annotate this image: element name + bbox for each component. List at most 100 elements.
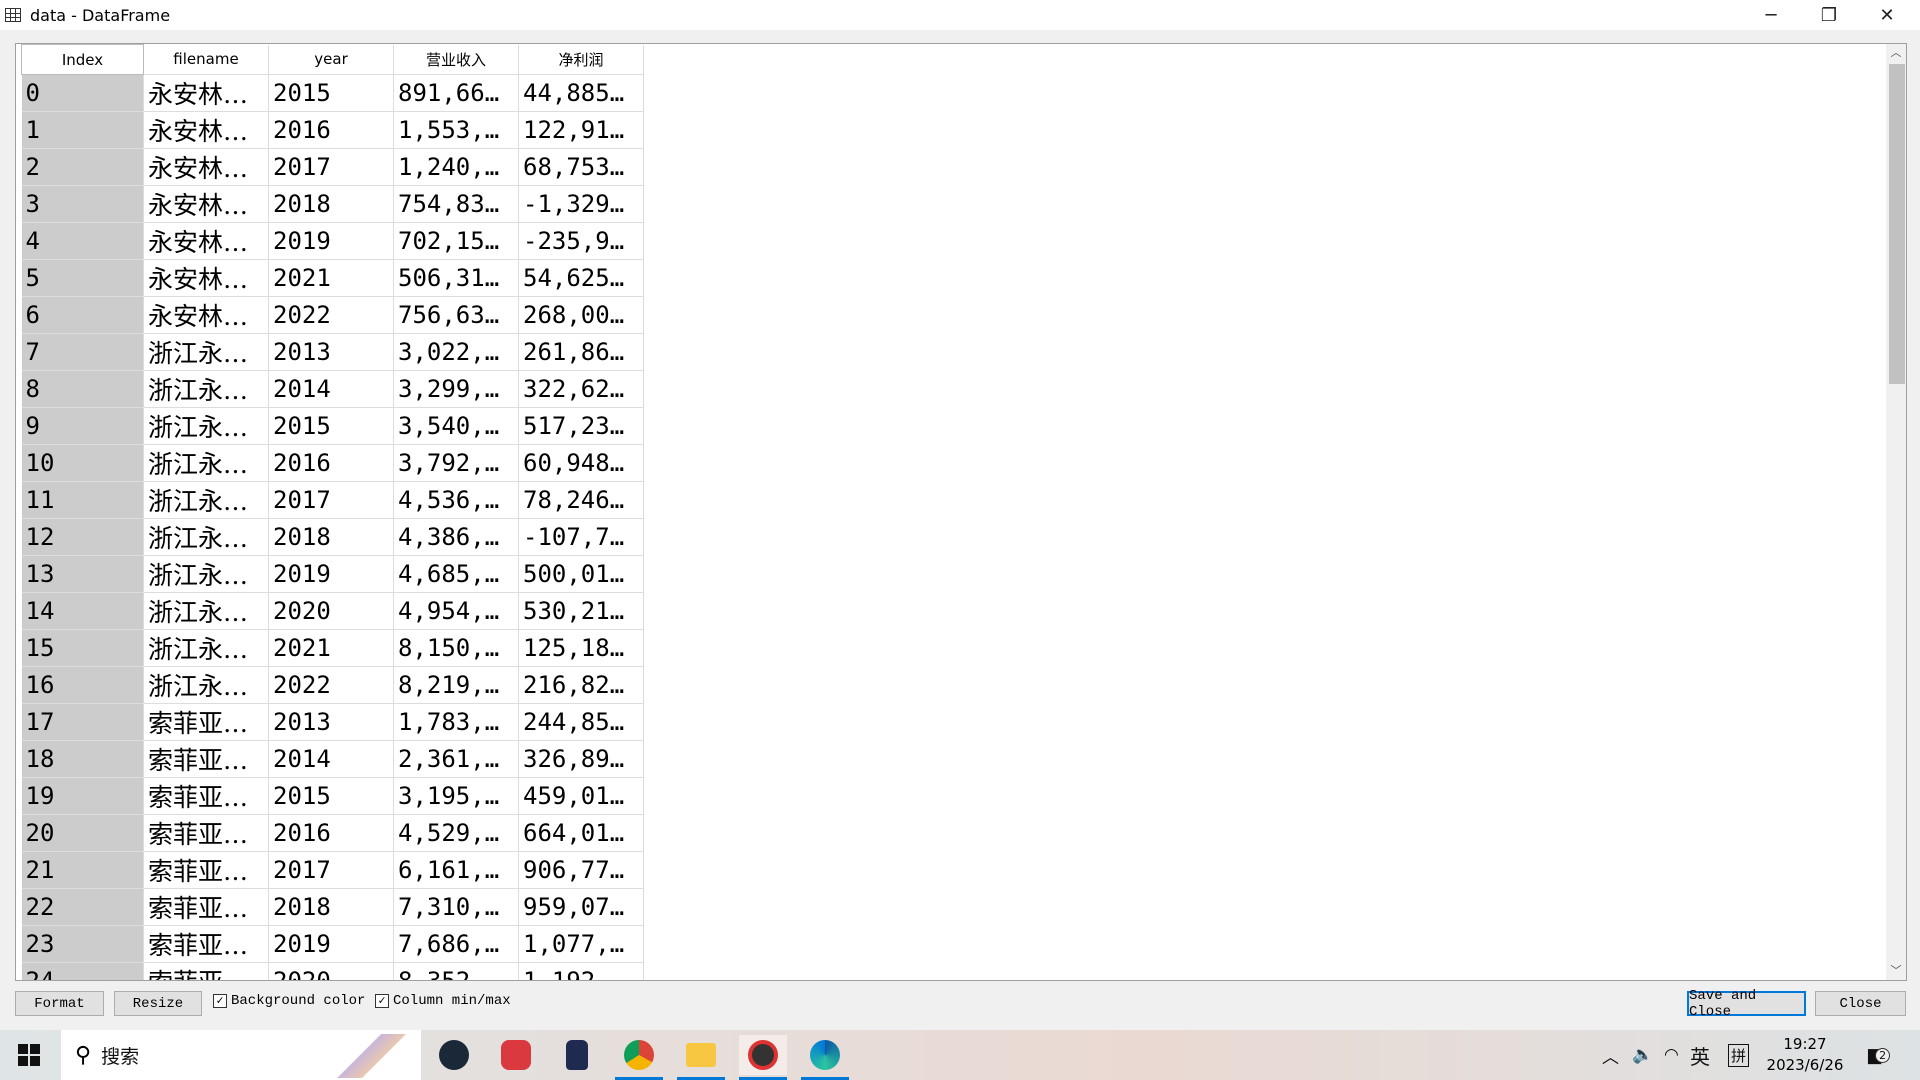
table-cell[interactable]: 索菲亚… xyxy=(143,851,269,889)
wifi-icon[interactable]: ◠ xyxy=(1664,1030,1679,1080)
scrollbar-thumb[interactable] xyxy=(1889,64,1905,384)
table-cell[interactable]: 浙江永… xyxy=(143,370,269,408)
table-cell[interactable]: 2017 xyxy=(268,481,394,519)
table-cell[interactable]: 2020 xyxy=(268,592,394,630)
table-cell[interactable]: 756,63… xyxy=(393,296,519,334)
table-cell[interactable]: 浙江永… xyxy=(143,592,269,630)
table-cell[interactable]: 2019 xyxy=(268,925,394,963)
row-index[interactable]: 2 xyxy=(21,148,144,186)
table-cell[interactable]: 8,352,… xyxy=(393,962,519,980)
table-cell[interactable]: 浙江永… xyxy=(143,629,269,667)
table-cell[interactable]: 8,150,… xyxy=(393,629,519,667)
table-cell[interactable]: 3,022,… xyxy=(393,333,519,371)
table-cell[interactable]: 2021 xyxy=(268,629,394,667)
red-app-icon[interactable] xyxy=(739,1035,787,1080)
table-cell[interactable]: 索菲亚… xyxy=(143,740,269,778)
row-index[interactable]: 14 xyxy=(21,592,144,630)
row-index[interactable]: 11 xyxy=(21,481,144,519)
table-cell[interactable]: 索菲亚… xyxy=(143,925,269,963)
table-cell[interactable]: 2015 xyxy=(268,74,394,112)
table-cell[interactable]: 永安林… xyxy=(143,185,269,223)
table-cell[interactable]: 506,31… xyxy=(393,259,519,297)
table-cell[interactable]: 索菲亚… xyxy=(143,814,269,852)
table-cell[interactable]: 4,536,… xyxy=(393,481,519,519)
row-index[interactable]: 20 xyxy=(21,814,144,852)
table-cell[interactable]: 2,361,… xyxy=(393,740,519,778)
table-cell[interactable]: 浙江永… xyxy=(143,518,269,556)
scroll-up-icon[interactable]: ︿ xyxy=(1886,44,1906,62)
table-cell[interactable]: 2015 xyxy=(268,407,394,445)
table-cell[interactable]: 60,948… xyxy=(518,444,644,482)
row-index[interactable]: 12 xyxy=(21,518,144,556)
table-cell[interactable]: 1,783,… xyxy=(393,703,519,741)
checkbox-checked-icon[interactable]: ✓ xyxy=(375,994,389,1008)
table-cell[interactable]: 2019 xyxy=(268,222,394,260)
table-cell[interactable]: 3,540,… xyxy=(393,407,519,445)
row-index[interactable]: 16 xyxy=(21,666,144,704)
column-header[interactable]: Index xyxy=(21,44,144,75)
table-cell[interactable]: 4,954,… xyxy=(393,592,519,630)
table-cell[interactable]: 2013 xyxy=(268,703,394,741)
column-header[interactable]: 营业收入 xyxy=(393,44,519,75)
background-color-checkbox[interactable]: ✓ Background color xyxy=(213,993,365,1009)
table-cell[interactable]: 4,685,… xyxy=(393,555,519,593)
table-cell[interactable]: 2013 xyxy=(268,333,394,371)
table-cell[interactable]: 326,89… xyxy=(518,740,644,778)
minimize-button[interactable]: ─ xyxy=(1742,0,1800,30)
row-index[interactable]: 9 xyxy=(21,407,144,445)
table-cell[interactable]: 浙江永… xyxy=(143,333,269,371)
table-cell[interactable]: 664,01… xyxy=(518,814,644,852)
table-cell[interactable]: 6,161,… xyxy=(393,851,519,889)
table-cell[interactable]: 2018 xyxy=(268,518,394,556)
table-cell[interactable]: 891,66… xyxy=(393,74,519,112)
column-minmax-checkbox[interactable]: ✓ Column min/max xyxy=(375,993,511,1009)
table-cell[interactable]: 216,82… xyxy=(518,666,644,704)
table-cell[interactable]: 261,86… xyxy=(518,333,644,371)
table-cell[interactable]: 7,686,… xyxy=(393,925,519,963)
save-and-close-button[interactable]: Save and Close xyxy=(1687,988,1806,1020)
column-header[interactable]: filename xyxy=(143,44,269,75)
scroll-down-icon[interactable]: ﹀ xyxy=(1886,962,1906,980)
table-cell[interactable]: 2016 xyxy=(268,111,394,149)
restore-button[interactable]: ❐ xyxy=(1800,0,1858,30)
table-cell[interactable]: 索菲亚… xyxy=(143,962,269,980)
steam-icon[interactable] xyxy=(430,1035,478,1075)
table-cell[interactable]: 322,62… xyxy=(518,370,644,408)
volume-icon[interactable]: 🔈 xyxy=(1632,1030,1653,1080)
table-cell[interactable]: 索菲亚… xyxy=(143,888,269,926)
table-cell[interactable]: 3,299,… xyxy=(393,370,519,408)
row-index[interactable]: 15 xyxy=(21,629,144,667)
table-cell[interactable]: 永安林… xyxy=(143,74,269,112)
table-cell[interactable]: 2021 xyxy=(268,259,394,297)
table-cell[interactable]: 906,77… xyxy=(518,851,644,889)
notifications-icon[interactable]: ▆2 xyxy=(1868,1030,1891,1080)
row-index[interactable]: 4 xyxy=(21,222,144,260)
table-cell[interactable]: 500,01… xyxy=(518,555,644,593)
chrome-icon[interactable] xyxy=(615,1035,663,1080)
table-cell[interactable]: 永安林… xyxy=(143,111,269,149)
table-cell[interactable]: 永安林… xyxy=(143,259,269,297)
row-index[interactable]: 3 xyxy=(21,185,144,223)
table-cell[interactable]: 68,753… xyxy=(518,148,644,186)
table-cell[interactable]: 2022 xyxy=(268,296,394,334)
table-cell[interactable]: 459,01… xyxy=(518,777,644,815)
ime-mode[interactable]: 拼 xyxy=(1728,1030,1750,1080)
table-cell[interactable]: 2016 xyxy=(268,814,394,852)
table-cell[interactable]: 1,192,… xyxy=(518,962,644,980)
format-button[interactable]: Format xyxy=(15,991,104,1016)
file-explorer-icon[interactable] xyxy=(677,1035,725,1080)
column-header[interactable]: year xyxy=(268,44,394,75)
row-index[interactable]: 24 xyxy=(21,962,144,980)
table-cell[interactable]: 44,885… xyxy=(518,74,644,112)
table-cell[interactable]: -235,9… xyxy=(518,222,644,260)
table-cell[interactable]: 1,077,… xyxy=(518,925,644,963)
column-header[interactable]: 净利润 xyxy=(518,44,644,75)
table-cell[interactable]: 7,310,… xyxy=(393,888,519,926)
table-cell[interactable]: 浙江永… xyxy=(143,407,269,445)
table-cell[interactable]: 永安林… xyxy=(143,148,269,186)
ime-language[interactable]: 英 xyxy=(1690,1030,1710,1080)
table-cell[interactable]: 浙江永… xyxy=(143,481,269,519)
table-cell[interactable]: 1,240,… xyxy=(393,148,519,186)
cat-app-icon[interactable] xyxy=(553,1035,601,1075)
table-cell[interactable]: 125,18… xyxy=(518,629,644,667)
